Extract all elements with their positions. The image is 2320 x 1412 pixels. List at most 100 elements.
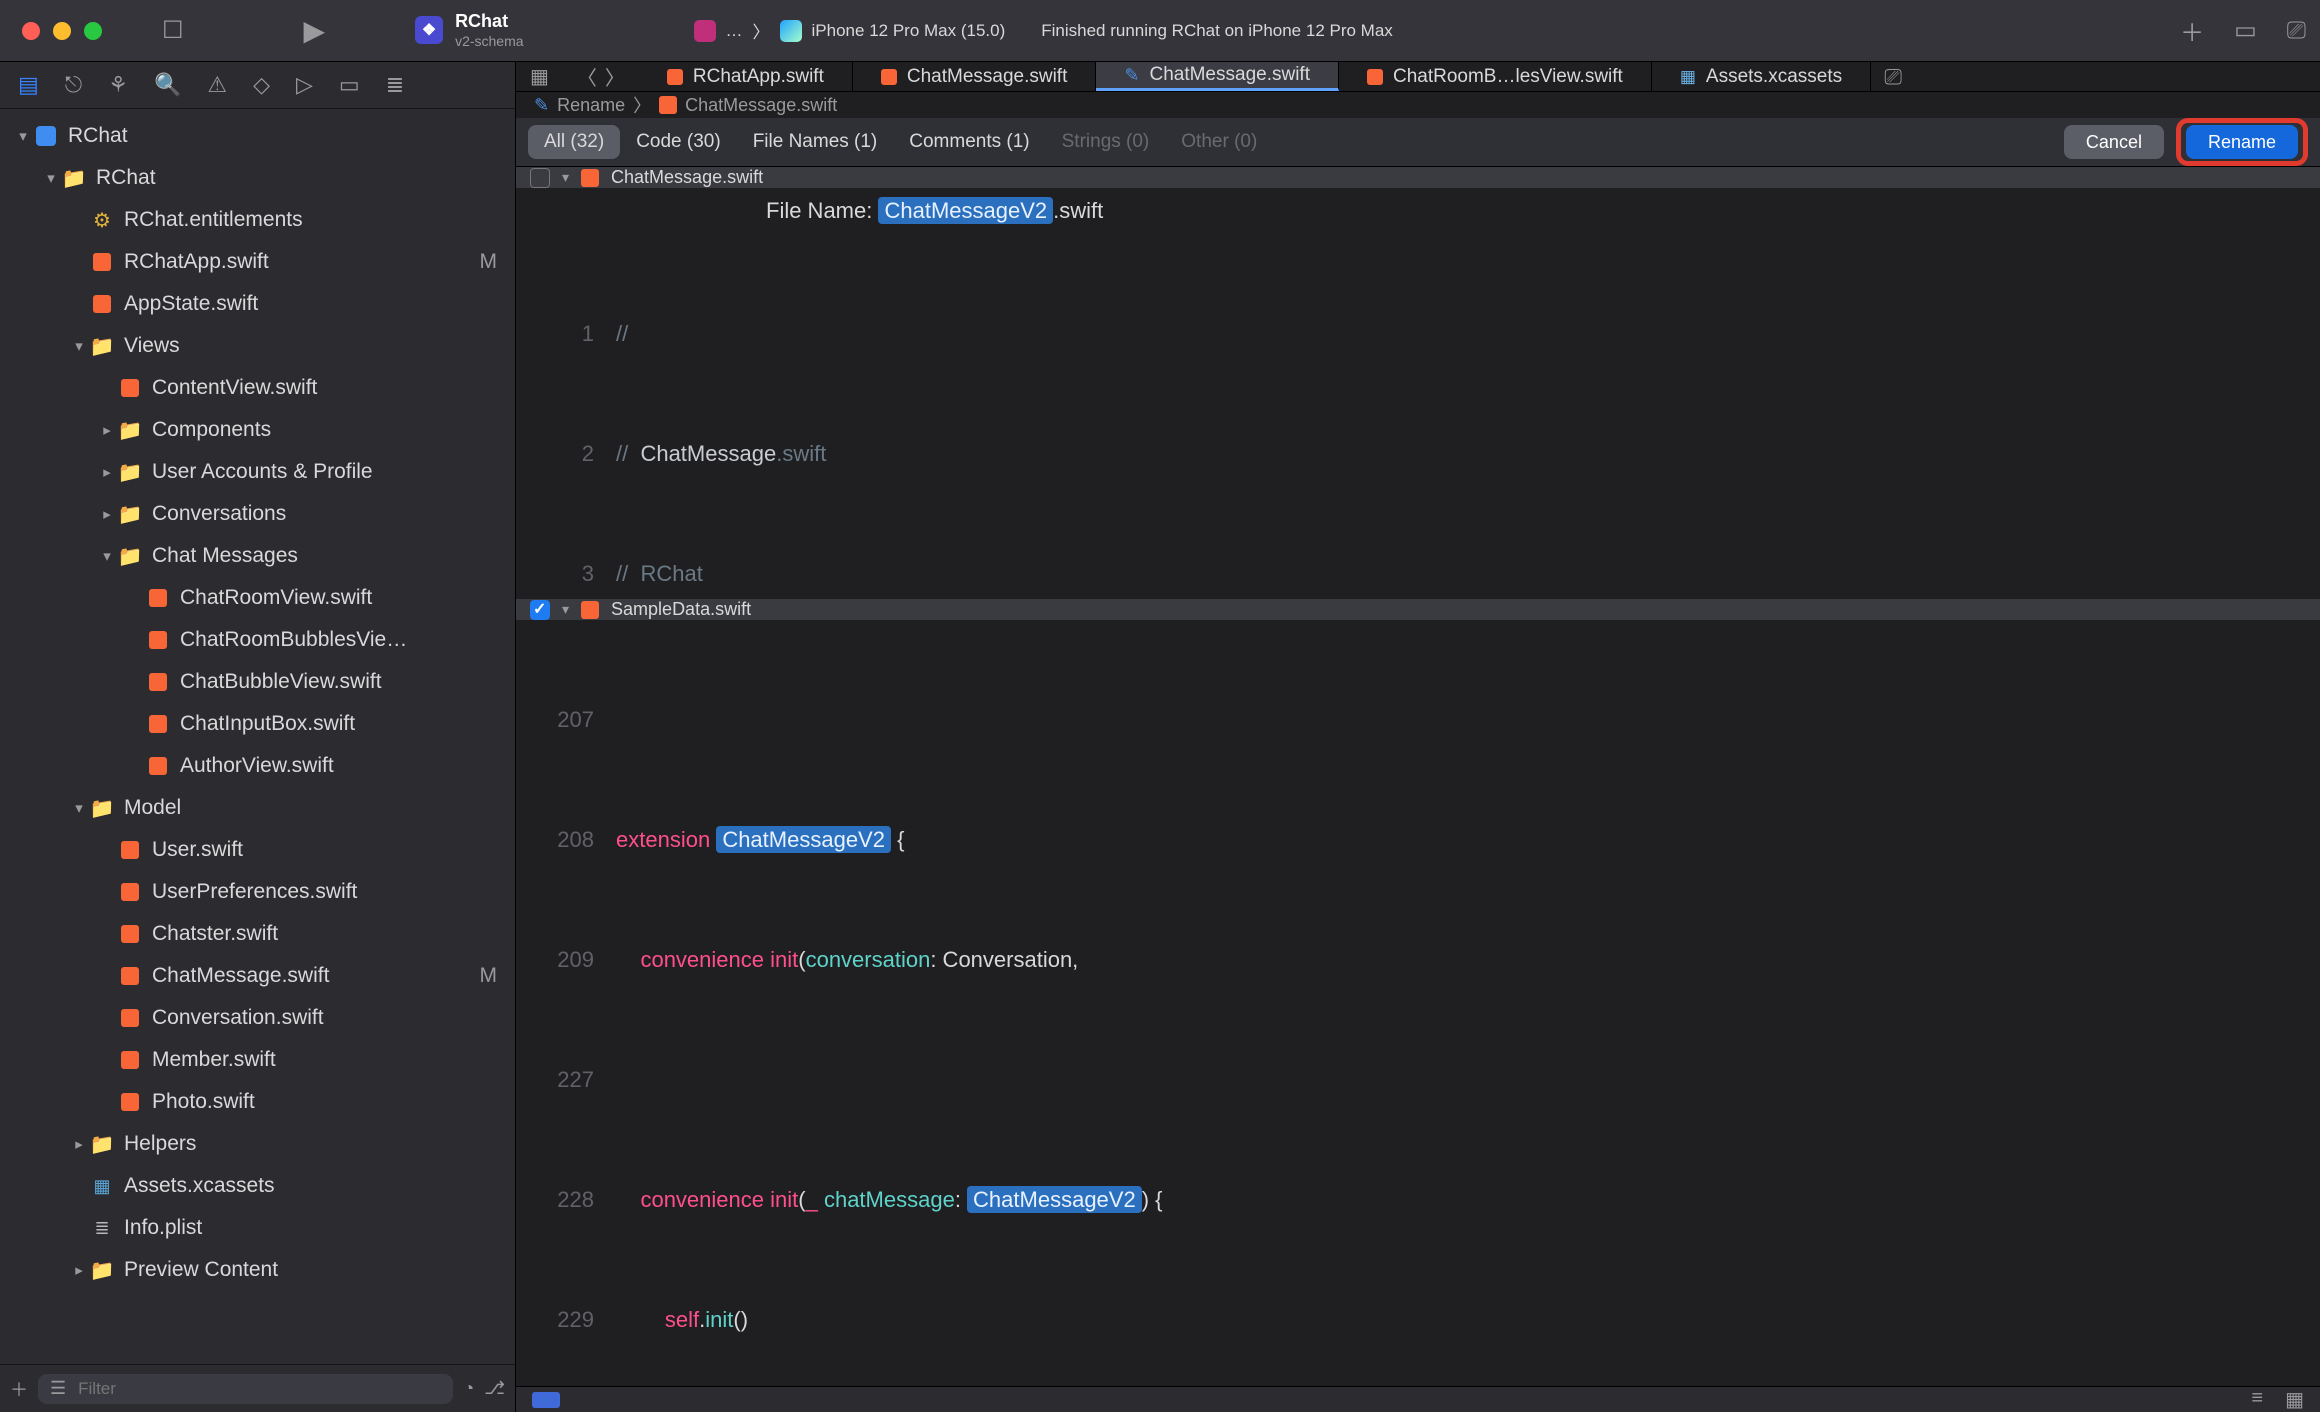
- library-icon[interactable]: ▭: [2234, 16, 2257, 45]
- tree-item-label: Chat Messages: [152, 544, 515, 568]
- tree-item[interactable]: ▾RChat: [0, 115, 515, 157]
- swift-file-icon: [146, 586, 170, 610]
- scheme-ellipsis[interactable]: …: [726, 21, 743, 41]
- tree-item[interactable]: ⚙RChat.entitlements: [0, 199, 515, 241]
- tree-item[interactable]: ▾📁RChat: [0, 157, 515, 199]
- tree-item[interactable]: Member.swift: [0, 1039, 515, 1081]
- editor-tab[interactable]: ▦Assets.xcassets: [1652, 62, 1871, 91]
- filter-all[interactable]: All (32): [528, 125, 620, 159]
- filter-box[interactable]: ☰: [38, 1374, 453, 1404]
- project-navigator-tab[interactable]: ▤: [18, 72, 39, 98]
- tree-item[interactable]: ▾📁Model: [0, 787, 515, 829]
- add-button[interactable]: ＋: [2180, 13, 2204, 48]
- tree-item[interactable]: Conversation.swift: [0, 997, 515, 1039]
- cancel-button[interactable]: Cancel: [2064, 125, 2164, 159]
- filename-token[interactable]: ChatMessageV2: [878, 197, 1053, 224]
- tree-item[interactable]: RChatApp.swiftM: [0, 241, 515, 283]
- disclosure-icon[interactable]: ▾: [562, 601, 569, 618]
- debug-tab[interactable]: ▷: [296, 72, 313, 98]
- breadcrumb[interactable]: ✎ Rename 〉 ChatMessage.swift: [516, 92, 2320, 118]
- tree-item[interactable]: ▸📁Preview Content: [0, 1249, 515, 1291]
- swift-file-icon: [118, 838, 142, 862]
- tree-item[interactable]: ChatInputBox.swift: [0, 703, 515, 745]
- project-icon[interactable]: ❖: [415, 16, 443, 44]
- tree-item-label: User Accounts & Profile: [152, 460, 515, 484]
- tests-tab[interactable]: ◇: [253, 72, 270, 98]
- swift-file-icon: [146, 670, 170, 694]
- tree-item[interactable]: ▾📁Views: [0, 325, 515, 367]
- tree-item[interactable]: ▸📁Components: [0, 409, 515, 451]
- editor-tabs: ▦ 〈 〉 RChatApp.swiftChatMessage.swift✎Ch…: [516, 62, 2320, 92]
- editor-tab[interactable]: ChatRoomB…lesView.swift: [1339, 62, 1652, 91]
- tree-item-label: Preview Content: [124, 1258, 515, 1282]
- result-file-header-2[interactable]: ▾ SampleData.swift: [516, 599, 2320, 620]
- device-name[interactable]: iPhone 12 Pro Max (15.0): [812, 21, 1006, 41]
- symbols-tab[interactable]: ⚘: [108, 72, 128, 98]
- swift-file-icon: [118, 964, 142, 988]
- filter-code[interactable]: Code (30): [620, 125, 737, 159]
- tree-item[interactable]: ContentView.swift: [0, 367, 515, 409]
- add-file-icon[interactable]: ＋: [10, 1376, 28, 1402]
- swift-file-icon: [581, 601, 599, 619]
- run-button[interactable]: ▶: [304, 14, 326, 47]
- rename-button[interactable]: Rename: [2186, 125, 2298, 159]
- status-chip[interactable]: [532, 1392, 560, 1408]
- swift-file-icon: [881, 69, 897, 85]
- swift-file-icon: [146, 628, 170, 652]
- tree-item-label: Model: [124, 796, 515, 820]
- tree-item[interactable]: Chatster.swift: [0, 913, 515, 955]
- filter-comments[interactable]: Comments (1): [893, 125, 1045, 159]
- result-file-header-1[interactable]: ▾ ChatMessage.swift: [516, 167, 2320, 188]
- breakpoints-tab[interactable]: ▭: [339, 72, 360, 98]
- zoom-window-icon[interactable]: [84, 22, 102, 40]
- add-editor-tab[interactable]: ⎚: [1871, 62, 1915, 91]
- tree-item[interactable]: ▸📁Conversations: [0, 493, 515, 535]
- tree-item[interactable]: ▦Assets.xcassets: [0, 1165, 515, 1207]
- toggle-inspector-icon[interactable]: ⎚: [2287, 17, 2306, 45]
- disclosure-icon[interactable]: ▾: [562, 169, 569, 186]
- minimize-window-icon[interactable]: [53, 22, 71, 40]
- reports-tab[interactable]: ≣: [386, 72, 404, 98]
- scm-status: M: [480, 250, 516, 274]
- tree-item[interactable]: ▾📁Chat Messages: [0, 535, 515, 577]
- file-checkbox[interactable]: [530, 168, 550, 188]
- back-button[interactable]: 〈: [577, 62, 597, 91]
- tree-item[interactable]: ChatRoomBubblesVie…: [0, 619, 515, 661]
- tree-item-label: Views: [124, 334, 515, 358]
- scm-icon[interactable]: ⎇: [484, 1378, 505, 1399]
- tree-item[interactable]: ChatMessage.swiftM: [0, 955, 515, 997]
- editor-tab[interactable]: RChatApp.swift: [639, 62, 853, 91]
- minimap-icon[interactable]: ▦: [2285, 1387, 2304, 1412]
- navigator-footer: ＋ ☰ ◔ ⎇: [0, 1364, 515, 1412]
- tree-item[interactable]: ▸📁Helpers: [0, 1123, 515, 1165]
- tree-item[interactable]: ▸📁User Accounts & Profile: [0, 451, 515, 493]
- related-items-icon[interactable]: ▦: [530, 64, 549, 89]
- device-icon[interactable]: [780, 20, 802, 42]
- forward-button[interactable]: 〉: [605, 62, 625, 91]
- scheme-app-icon[interactable]: [694, 20, 716, 42]
- tree-item[interactable]: Photo.swift: [0, 1081, 515, 1123]
- editor-tab[interactable]: ✎ChatMessage.swift: [1096, 62, 1339, 91]
- tree-item[interactable]: UserPreferences.swift: [0, 871, 515, 913]
- tree-item[interactable]: ChatBubbleView.swift: [0, 661, 515, 703]
- tree-item[interactable]: ≣Info.plist: [0, 1207, 515, 1249]
- filter-input[interactable]: [76, 1378, 441, 1400]
- tree-item[interactable]: ChatRoomView.swift: [0, 577, 515, 619]
- tree-item[interactable]: AuthorView.swift: [0, 745, 515, 787]
- tree-item-label: RChatApp.swift: [124, 250, 480, 274]
- toggle-navigator-icon[interactable]: ☐: [162, 16, 184, 45]
- source-control-tab[interactable]: ⎋: [65, 72, 82, 98]
- tree-item[interactable]: AppState.swift: [0, 283, 515, 325]
- swift-file-icon: [1367, 69, 1383, 85]
- file-checkbox[interactable]: [530, 600, 550, 620]
- issues-tab[interactable]: ⚠: [207, 72, 227, 98]
- tab-label: ChatRoomB…lesView.swift: [1393, 66, 1623, 88]
- editor-tab[interactable]: ChatMessage.swift: [853, 62, 1097, 91]
- recent-icon[interactable]: ◔: [463, 1378, 474, 1399]
- line-ending-icon[interactable]: ≡: [2251, 1387, 2263, 1412]
- tree-item-label: ChatRoomView.swift: [180, 586, 515, 610]
- filter-filenames[interactable]: File Names (1): [737, 125, 894, 159]
- find-tab[interactable]: 🔍: [154, 72, 181, 98]
- tree-item[interactable]: User.swift: [0, 829, 515, 871]
- close-window-icon[interactable]: [22, 22, 40, 40]
